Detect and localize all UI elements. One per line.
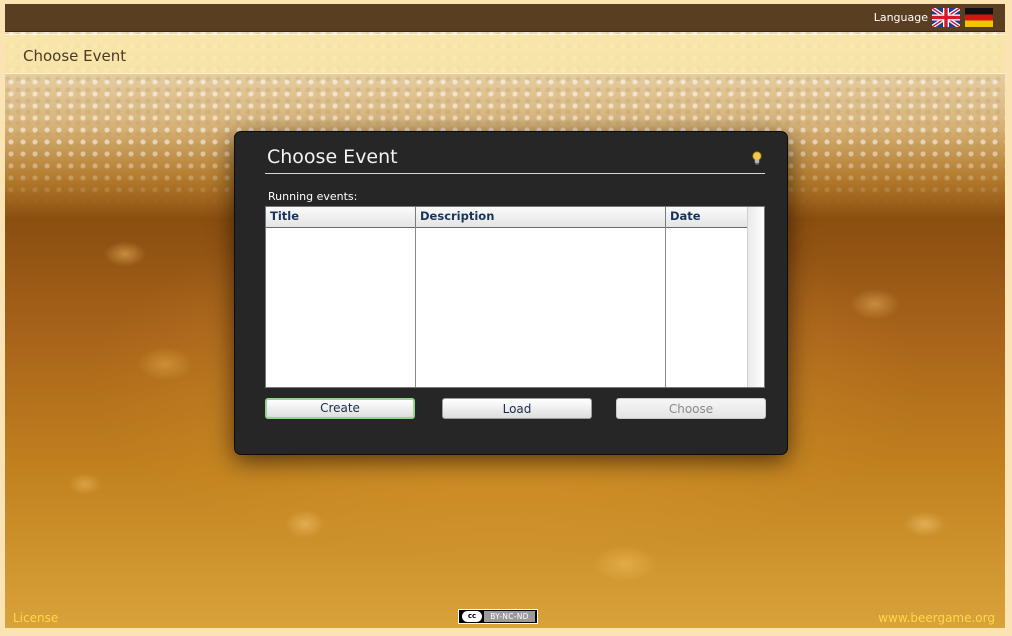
subheader-bar: Choose Event: [5, 34, 1005, 74]
dialog-title: Choose Event: [267, 146, 398, 168]
load-button[interactable]: Load: [442, 398, 592, 419]
license-link[interactable]: License: [13, 611, 58, 625]
choose-button[interactable]: Choose: [616, 398, 766, 419]
column-header-date[interactable]: Date: [666, 207, 748, 227]
column-divider: [665, 227, 666, 387]
german-flag-icon[interactable]: [965, 8, 993, 27]
language-label: Language: [873, 11, 928, 24]
cc-license-badge[interactable]: cc BY-NC-ND: [458, 609, 538, 624]
choose-event-dialog: Choose Event Running events: Title Descr…: [234, 131, 788, 455]
site-link[interactable]: www.beergame.org: [878, 611, 995, 625]
lightbulb-icon[interactable]: [751, 150, 763, 166]
column-header-description[interactable]: Description: [416, 207, 666, 227]
create-button[interactable]: Create: [265, 398, 415, 419]
page-title: Choose Event: [23, 47, 127, 65]
top-bar: Language: [5, 4, 1005, 32]
table-header: Title Description Date: [266, 207, 748, 228]
uk-flag-icon[interactable]: [932, 8, 960, 27]
cc-logo-icon: cc: [462, 611, 482, 622]
column-header-title[interactable]: Title: [266, 207, 416, 227]
running-events-label: Running events:: [268, 190, 358, 203]
table-scrollbar[interactable]: [747, 207, 764, 387]
column-divider: [415, 227, 416, 387]
cc-badge-text: BY-NC-ND: [484, 611, 535, 622]
events-table[interactable]: Title Description Date: [265, 206, 765, 388]
app-frame: Language Choose Event Choose Event Runni…: [5, 4, 1005, 628]
title-divider: [265, 173, 765, 174]
